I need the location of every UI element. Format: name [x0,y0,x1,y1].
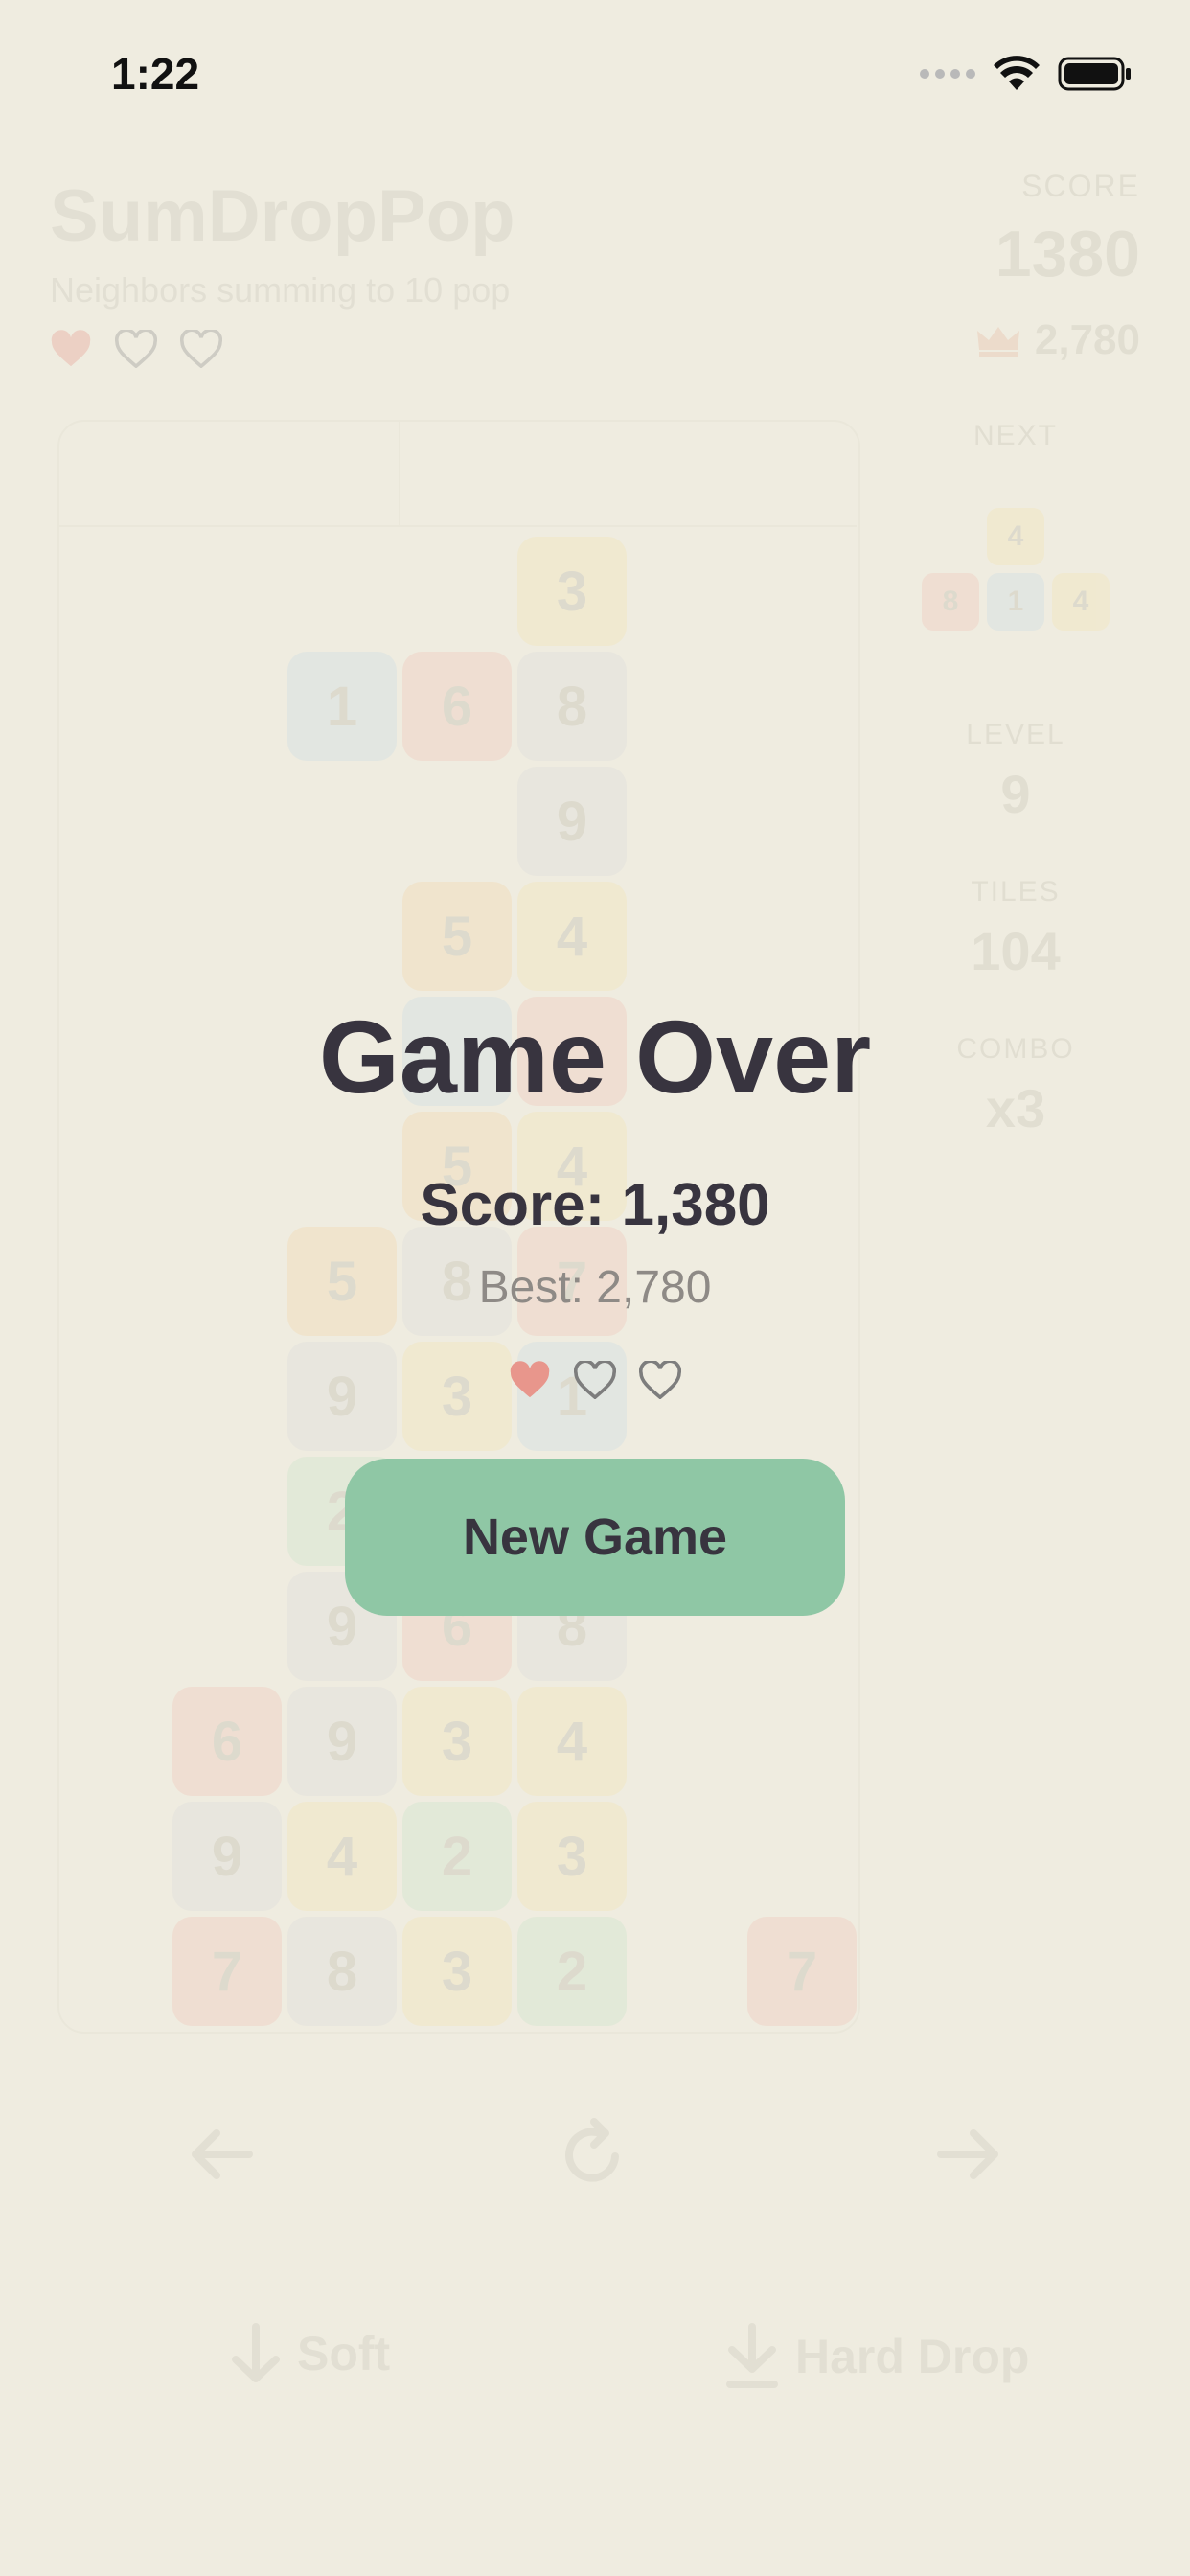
next-label: NEXT [973,420,1058,451]
board-tile: 3 [517,1802,627,1911]
spawn-divider [399,422,400,525]
lives-indicator [50,330,222,368]
board-tile: 7 [172,1917,282,2026]
soft-drop-label: Soft [297,2327,391,2380]
heart-outline-icon [574,1361,616,1399]
hard-drop-label: Hard Drop [795,2330,1030,2383]
tiles-value: 104 [971,921,1061,981]
next-piece-tile: 4 [1052,573,1110,631]
crown-icon [976,327,1019,356]
board-tile: 4 [287,1802,397,1911]
board-tile: 9 [517,767,627,876]
board-tile: 7 [747,1917,857,2026]
new-game-button[interactable]: New Game [345,1459,845,1616]
board-tile: 8 [287,1917,397,2026]
level-label: LEVEL [966,719,1065,750]
board-tile: 2 [402,1802,512,1911]
heart-outline-icon [180,330,222,368]
hard-drop-button[interactable]: Hard Drop [724,2323,1029,2390]
tiles-label: TILES [971,876,1061,908]
best-score-text: Best: 2,780 [478,1262,712,1313]
best-score-value: 2,780 [1034,316,1140,363]
heart-filled-icon [510,1361,550,1398]
board-tile: 2 [517,1917,627,2026]
arrow-down-icon [232,2323,280,2382]
app-subtitle: Neighbors summing to 10 pop [50,270,511,310]
board-tile: 4 [517,882,627,991]
heart-outline-icon [639,1361,681,1399]
board-tile: 6 [402,652,512,761]
soft-drop-button[interactable]: Soft [230,2323,390,2384]
heart-filled-icon [51,330,91,367]
move-left-icon[interactable] [188,2126,255,2183]
score-label: SCORE [1021,169,1140,203]
rotate-icon[interactable] [561,2114,629,2191]
app-title: SumDropPop [50,175,515,257]
remaining-lives [0,1361,1190,1399]
board-tile: 1 [287,652,397,761]
heart-outline-icon [115,330,157,368]
level-value: 9 [1000,764,1031,824]
board-tile: 3 [517,537,627,646]
board-tile: 9 [172,1802,282,1911]
board-tile: 3 [402,1917,512,2026]
next-piece-tile: 1 [987,573,1044,631]
board-tile: 5 [402,882,512,991]
board-tile: 6 [172,1687,282,1796]
next-piece-tile: 8 [922,573,979,631]
board-tile: 8 [517,652,627,761]
spawn-zone [57,420,857,527]
board-tile: 9 [287,1687,397,1796]
move-right-icon[interactable] [935,2126,1002,2183]
score-value: 1380 [995,218,1140,290]
board-tile: 4 [517,1687,627,1796]
final-score: Score: 1,380 [420,1172,770,1238]
arrow-down-to-line-icon [726,2323,778,2388]
best-score: 2,780 [975,316,1140,364]
next-piece-tile: 4 [987,508,1044,565]
game-over-title: Game Over [318,999,872,1115]
board-tile: 3 [402,1687,512,1796]
